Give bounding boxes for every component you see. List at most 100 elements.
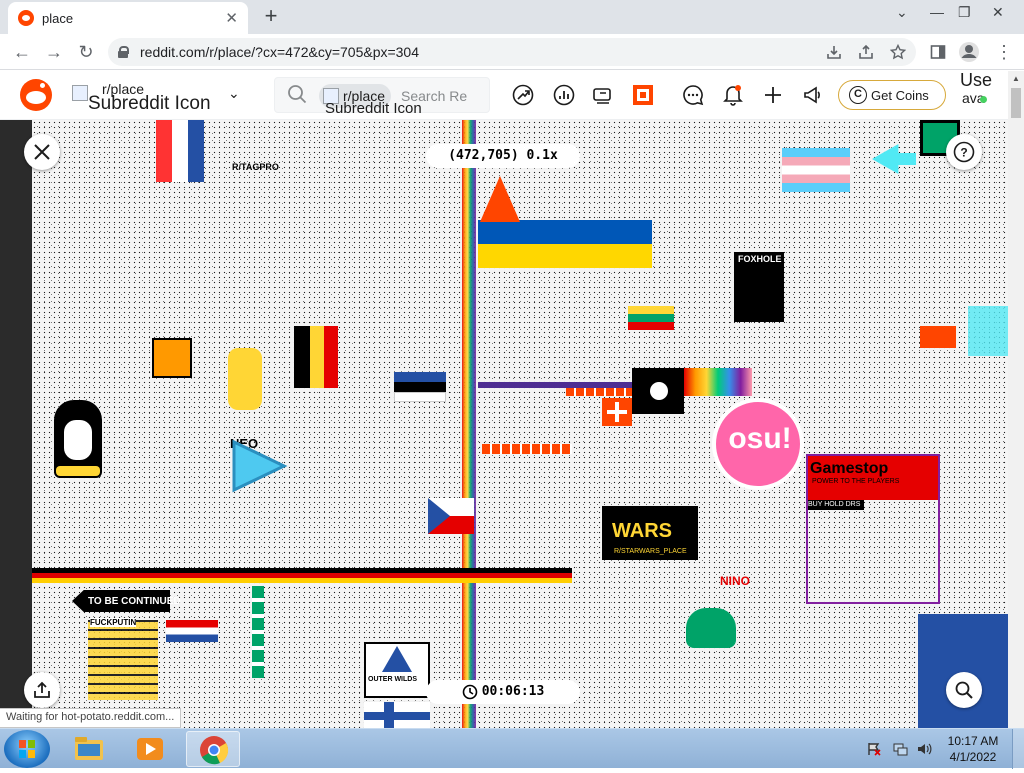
rainbow-stripes [684, 368, 752, 396]
to-be-continued-text: TO BE CONTINUED [88, 596, 181, 607]
subreddit-icon [72, 85, 88, 101]
ukraine-flag-yellow [478, 244, 652, 268]
reddit-logo-icon[interactable] [20, 79, 52, 111]
subreddit-icon-alt-text: Subreddit Icon [88, 93, 211, 114]
penguin-belly [64, 420, 92, 460]
hearts-row-2-art [566, 388, 632, 396]
france-flag-red [156, 120, 172, 182]
taskbar-chrome[interactable] [186, 731, 240, 767]
reddit-header: r/place Subreddit Icon ⌄ r/place Subredd… [0, 71, 1008, 120]
taskbar-explorer[interactable] [62, 731, 116, 767]
starwars-text: WARS [612, 520, 672, 542]
small-flag-art [166, 620, 218, 642]
question-mark-icon: ? [953, 141, 975, 163]
volume-icon[interactable] [916, 741, 932, 757]
user-avatar-alt-text[interactable]: Use [960, 71, 992, 89]
place-canvas-viewport[interactable]: osu! Gamestop POWER TO THE PLAYERS BUY H… [0, 120, 1008, 728]
network-icon[interactable] [892, 741, 908, 757]
close-canvas-button[interactable] [24, 134, 60, 170]
search-box[interactable]: r/place Subreddit Icon Search Re [274, 77, 490, 117]
share-canvas-button[interactable] [24, 672, 60, 708]
estonia-flag-black [394, 382, 446, 392]
finland-cross-h [364, 712, 430, 720]
hearts-row-art [482, 444, 572, 454]
community-dropdown[interactable]: r/place Subreddit Icon ⌄ [70, 79, 250, 114]
white-circle-art [650, 382, 668, 400]
popular-icon[interactable] [512, 84, 534, 106]
windows-logo-icon [19, 740, 35, 758]
notifications-bell-icon[interactable] [722, 84, 744, 106]
fuckputin-text: FUCKPUTIN [90, 618, 137, 627]
bookmark-star-icon[interactable] [890, 44, 906, 60]
lithuania-flag-red [628, 322, 674, 330]
taskbar-media-player[interactable] [124, 731, 178, 767]
search-scope-alt-text: Subreddit Icon [325, 100, 422, 117]
orange-flag-art [920, 326, 956, 348]
restore-button[interactable]: ❐ [958, 4, 971, 20]
get-coins-button[interactable]: C Get Coins [838, 80, 946, 110]
play-triangle-art [232, 439, 288, 493]
cyan-arrow-art [872, 144, 916, 174]
profile-avatar-icon[interactable] [958, 41, 980, 63]
install-app-icon[interactable] [826, 44, 842, 60]
lock-icon [118, 46, 129, 58]
ukraine-flag-blue [478, 220, 652, 244]
browser-menu-icon[interactable]: ⋮ [992, 40, 1016, 64]
place-canvas[interactable]: osu! Gamestop POWER TO THE PLAYERS BUY H… [32, 120, 1008, 728]
lithuania-flag-yellow [628, 306, 674, 314]
tab-close-icon[interactable]: ✕ [225, 9, 238, 27]
back-arrow-icon[interactable]: ← [10, 40, 34, 64]
browser-tab-place[interactable]: place ✕ [8, 2, 248, 34]
zoom-button[interactable] [946, 672, 982, 708]
chrome-icon [200, 736, 229, 765]
svg-text:?: ? [960, 146, 967, 160]
rpan-icon[interactable] [632, 84, 654, 106]
rabbit-character-art [228, 348, 262, 410]
url-text: reddit.com/r/place/?cx=472&cy=705&px=304 [140, 44, 420, 60]
address-bar[interactable]: reddit.com/r/place/?cx=472&cy=705&px=304 [108, 38, 916, 66]
close-window-button[interactable]: ✕ [992, 4, 1004, 20]
lithuania-flag-green [628, 314, 674, 322]
browser-tab-strip: place ✕ + ⌄ — ❐ ✕ [0, 0, 1024, 34]
advertise-megaphone-icon[interactable] [802, 84, 824, 106]
starwars-subtext: R/STARWARS_PLACE [614, 548, 687, 555]
new-tab-button[interactable]: + [258, 4, 284, 30]
magnifier-icon [955, 681, 973, 699]
osu-logo-text: osu! [728, 422, 792, 455]
blue-corner-art [918, 614, 1008, 728]
show-desktop-button[interactable] [1012, 729, 1024, 769]
belgium-flag-yellow [310, 326, 324, 388]
cyan-block-art [968, 306, 1008, 356]
clock-date: 4/1/2022 [949, 750, 997, 764]
coin-icon: C [849, 86, 867, 104]
france-flag-blue [188, 120, 204, 182]
communities-icon[interactable] [592, 84, 614, 106]
upload-share-icon [34, 681, 50, 698]
create-post-plus-icon[interactable] [762, 84, 784, 106]
scroll-up-arrow-icon[interactable]: ▲ [1008, 71, 1024, 87]
chart-icon[interactable] [553, 84, 575, 106]
close-icon [34, 144, 50, 160]
tab-search-icon[interactable]: ⌄ [896, 4, 908, 20]
system-clock[interactable]: 10:17 AM 4/1/2022 [940, 733, 1006, 765]
scrollbar-thumb[interactable] [1011, 88, 1021, 118]
coordinates-readout[interactable]: (472,705) 0.1x [426, 144, 580, 168]
side-panel-icon[interactable] [930, 44, 946, 60]
minimize-button[interactable]: — [930, 4, 944, 20]
forward-arrow-icon[interactable]: → [42, 40, 66, 64]
search-icon [288, 85, 307, 104]
action-center-flag-icon[interactable] [866, 741, 882, 757]
share-icon[interactable] [858, 44, 874, 60]
help-button[interactable]: ? [946, 134, 982, 170]
search-input[interactable]: Search Re [401, 88, 487, 104]
reddit-favicon-icon [18, 10, 34, 26]
browser-status-bar: Waiting for hot-potato.reddit.com... [0, 708, 182, 728]
page-scrollbar[interactable]: ▲ [1008, 71, 1024, 728]
chat-icon[interactable] [682, 84, 704, 106]
pepe-frog-art [686, 608, 736, 648]
belgium-flag-red [324, 326, 338, 388]
reload-icon[interactable]: ↻ [74, 40, 98, 64]
start-button[interactable] [4, 730, 50, 768]
windows-taskbar: 10:17 AM 4/1/2022 [0, 728, 1024, 769]
france-flag-white [172, 120, 188, 182]
